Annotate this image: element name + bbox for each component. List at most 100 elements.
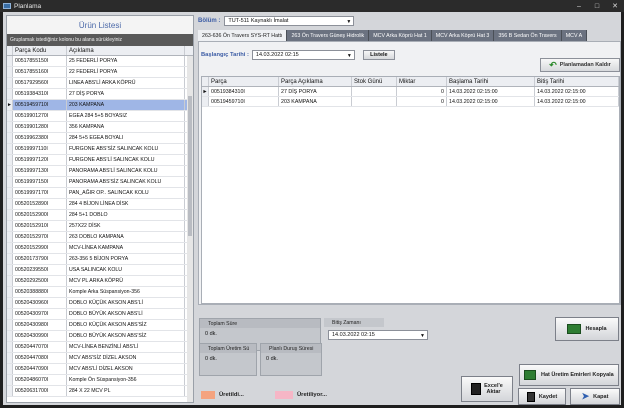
- list-item[interactable]: 00520486070I Komple Ön Süspansiyon-356: [7, 375, 193, 386]
- parca-kodu-cell: 00517929560I: [13, 78, 67, 88]
- list-item[interactable]: 00520152990I MCV-LİNEA KAMPANA: [7, 243, 193, 254]
- list-item[interactable]: 00517929560I LINEA ABS'Lİ ARKA KÖPRÜ: [7, 78, 193, 89]
- exit-arrow-icon: ➤: [581, 391, 590, 401]
- tab-3[interactable]: MCV Arka Köprü Hat 3: [431, 30, 495, 41]
- parca-kodu-cell: 00520152910I: [13, 221, 67, 231]
- product-list-scrollbar[interactable]: [187, 56, 193, 402]
- remove-from-plan-label: Planlamadan Kaldır: [559, 62, 611, 68]
- start-date-picker[interactable]: 14.03.2022 02:15 ▼: [251, 50, 355, 60]
- list-item[interactable]: 00520152900I 284 5+1 DOBLO: [7, 210, 193, 221]
- scroll-thumb[interactable]: [188, 96, 192, 236]
- list-item[interactable]: 00520152890I 284 4 BİJON LİNEA DİSK: [7, 199, 193, 210]
- grid-cell: 00519459710I: [209, 97, 279, 106]
- list-item[interactable]: 00520173790I 263-356 5 BİJON PORYA: [7, 254, 193, 265]
- group-by-area[interactable]: Gruplamak istediğiniz kolonu bu alana sü…: [7, 34, 193, 46]
- start-date-row: Başlangıç Tarihi : 14.03.2022 02:15 ▼ Li…: [201, 50, 395, 60]
- column-header-aciklama[interactable]: Açıklama: [67, 46, 185, 55]
- parca-kodu-cell: 00519962380I: [13, 133, 67, 143]
- list-item[interactable]: 00519962380I 284 5+5 EGEA BOYALI: [7, 133, 193, 144]
- tab-2[interactable]: MCV Arka Köprü Hat 1: [369, 30, 432, 41]
- bolum-dropdown[interactable]: TUT-511 Kaynaklı İmalat ▼: [224, 16, 355, 26]
- product-list-header: Parça Kodu Açıklama: [7, 46, 193, 56]
- tab-0[interactable]: 263-636 Ön Travers SYS-RT Hattı: [198, 30, 288, 41]
- bitis-zamani-picker[interactable]: 14.03.2022 02:15 ▼: [328, 330, 428, 340]
- list-item[interactable]: 00520430980I DOBLO KÜÇÜK AKSON ABS'SİZ: [7, 320, 193, 331]
- excel-export-button[interactable]: Excel'e Aktar: [461, 376, 513, 402]
- parca-kodu-cell: 00519901280I: [13, 122, 67, 132]
- list-item[interactable]: 00520447090I MCV ABS'Lİ DİZEL AKSON: [7, 364, 193, 375]
- app-icon: [3, 3, 11, 9]
- aciklama-cell: 284 4 BİJON LİNEA DİSK: [67, 199, 185, 209]
- list-item[interactable]: 00520430970I DOBLO BÜYÜK AKSON ABS'Lİ: [7, 309, 193, 320]
- grid-cell: 14.03.2022 02:15:00: [535, 97, 619, 106]
- parca-kodu-cell: 00520430960I: [13, 298, 67, 308]
- kapat-label: Kapat: [593, 393, 609, 400]
- kaydet-button[interactable]: Kaydet: [518, 388, 566, 405]
- list-item[interactable]: 00519901270I EGEA 284 5+5 BOYASIZ: [7, 111, 193, 122]
- parca-kodu-cell: 00519997110I: [13, 144, 67, 154]
- list-item[interactable]: 00520430990I DOBLO BÜYÜK AKSON ABS'SİZ: [7, 331, 193, 342]
- tab-4[interactable]: 356 B Sedan Ön Travers: [494, 30, 562, 41]
- column-header-parca-kodu[interactable]: Parça Kodu: [13, 46, 67, 55]
- aciklama-cell: Komple Ön Süspansiyon-356: [67, 375, 185, 385]
- list-item[interactable]: ► 00519459710I 203 KAMPANA: [7, 100, 193, 111]
- calculator-icon: [567, 324, 582, 334]
- hat-uretim-kopyala-label: Hat Üretim Emirleri Kopyala: [541, 372, 614, 378]
- list-item[interactable]: 00520631700I 284 X 22 MCV PL: [7, 386, 193, 397]
- hesapla-button[interactable]: Hesapla: [555, 317, 619, 341]
- table-row[interactable]: ► 00519384310I 27 DİŞ PORYA 0 14.03.2022 02:…: [202, 87, 619, 97]
- hat-uretim-kopyala-button[interactable]: Hat Üretim Emirleri Kopyala: [519, 364, 619, 386]
- list-item[interactable]: 00519997110I FURGONE ABS'SİZ SALINCAK KOL…: [7, 144, 193, 155]
- kapat-button[interactable]: ➤ Kapat: [570, 388, 620, 405]
- maximize-icon[interactable]: □: [588, 0, 606, 12]
- list-item[interactable]: 00519997130I PANORAMA ABS'Lİ SALINCAK KOL…: [7, 166, 193, 177]
- list-item[interactable]: 00519384310I 27 DİŞ PORYA: [7, 89, 193, 100]
- title-bar: Planlama – □ ✕: [0, 0, 624, 12]
- list-item[interactable]: 00520152910I 257X22 DİSK: [7, 221, 193, 232]
- plan-grid: Parça Parça Açıklama Stok Günü Miktar Ba…: [201, 76, 620, 304]
- aciklama-cell: 257X22 DİSK: [67, 221, 185, 231]
- list-item[interactable]: 00519997120I FURGONE ABS'Lİ SALINCAK KOLU: [7, 155, 193, 166]
- list-item[interactable]: 00520152970I 263 DOBLO KAMPANA: [7, 232, 193, 243]
- tab-5[interactable]: MCV A: [561, 30, 588, 41]
- toplam-uretim-box: Toplam Üretim Sü 0 dk.: [199, 343, 257, 376]
- grid-cell: 14.03.2022 02:15:00: [447, 87, 535, 96]
- parca-kodu-cell: 00519997120I: [13, 155, 67, 165]
- minimize-icon[interactable]: –: [570, 0, 588, 12]
- aciklama-cell: PANORAMA ABS'Lİ SALINCAK KOLU: [67, 166, 185, 176]
- chevron-down-icon[interactable]: ▼: [346, 52, 353, 59]
- list-item[interactable]: 00520239550I USA SALINCAK KOLU: [7, 265, 193, 276]
- planli-durus-box: Planlı Duruş Süresi 0 dk.: [260, 343, 322, 376]
- listele-button[interactable]: Listele: [362, 50, 395, 60]
- aciklama-cell: MCV ABS'Lİ DİZEL AKSON: [67, 364, 185, 374]
- list-item[interactable]: 00517855150I 25 FEDERLİ PORYA: [7, 56, 193, 67]
- column-header-baslama-tarihi[interactable]: Başlama Tarihi: [447, 77, 535, 86]
- aciklama-cell: 22 FEDERLİ PORYA: [67, 67, 185, 77]
- list-item[interactable]: 00520447080I MCV ABS'SİZ DİZEL AKSON: [7, 353, 193, 364]
- list-item[interactable]: 00520430960I DOBLO KÜÇÜK AKSON ABS'Lİ: [7, 298, 193, 309]
- chevron-down-icon[interactable]: ▼: [345, 18, 352, 25]
- list-item[interactable]: 00520292500I MCV PL ARKA KÖPRÜ: [7, 276, 193, 287]
- list-item[interactable]: 00519901280I 356 KAMPANA: [7, 122, 193, 133]
- list-item[interactable]: 00520447070I MCV-LİNEA BENZİNLİ ABS'Lİ: [7, 342, 193, 353]
- column-header-stok-gunu[interactable]: Stok Günü: [352, 77, 397, 86]
- column-header-parca-aciklama[interactable]: Parça Açıklama: [279, 77, 352, 86]
- tab-1[interactable]: 263 Ön Travers Güneş Hidrolik: [287, 30, 370, 41]
- list-item[interactable]: 00520388880I Komple Arka Süspansiyon-356: [7, 287, 193, 298]
- column-header-miktar[interactable]: Miktar: [397, 77, 447, 86]
- list-item[interactable]: 00519997150I PANORAMA ABS'SİZ SALINCAK KO…: [7, 177, 193, 188]
- row-indicator-header: [202, 77, 209, 86]
- column-header-parca[interactable]: Parça: [209, 77, 279, 86]
- column-header-bitis-tarihi[interactable]: Bitiş Tarihi: [535, 77, 619, 86]
- grid-cell: 203 KAMPANA: [279, 97, 352, 106]
- list-item[interactable]: 00519997170I PAN_AĞIR OP.. SALINCAK KOLU: [7, 188, 193, 199]
- uretildi-swatch: [201, 391, 215, 399]
- toplam-uretim-value: 0 dk.: [205, 356, 217, 362]
- parca-kodu-cell: 00517855160I: [13, 67, 67, 77]
- chevron-down-icon[interactable]: ▼: [419, 332, 426, 339]
- list-item[interactable]: 00517855160I 22 FEDERLİ PORYA: [7, 67, 193, 78]
- table-row[interactable]: 00519459710I 203 KAMPANA 0 14.03.2022 02:15…: [202, 97, 619, 107]
- close-icon[interactable]: ✕: [606, 0, 624, 12]
- remove-from-plan-button[interactable]: ↶ Planlamadan Kaldır: [540, 58, 620, 72]
- uretiliyor-swatch: [275, 391, 293, 399]
